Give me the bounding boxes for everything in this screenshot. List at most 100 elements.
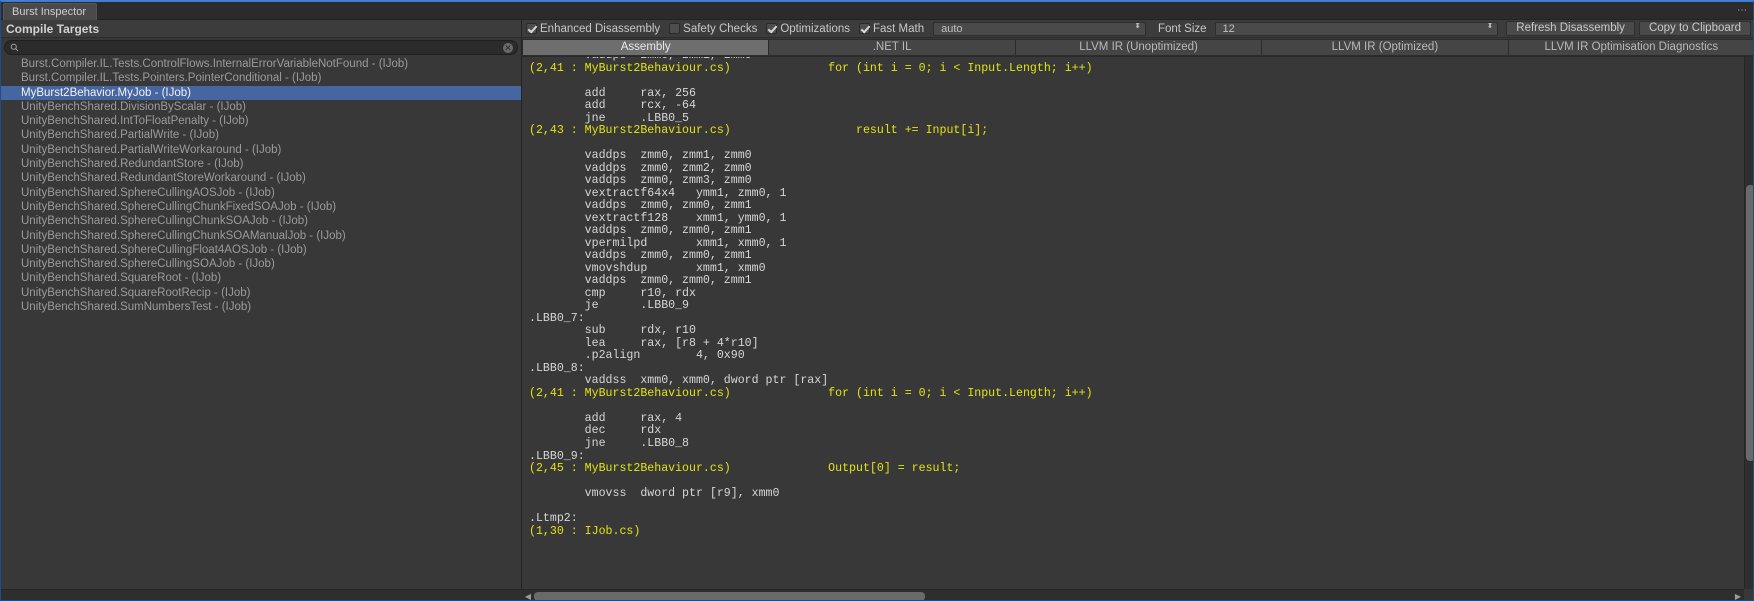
assembly-line: .LBB0_7:: [522, 313, 1747, 326]
tab-llvm-ir-unoptimized[interactable]: LLVM IR (Unoptimized): [1016, 39, 1262, 56]
vertical-scrollbar-thumb[interactable]: [1746, 185, 1754, 462]
compile-target-label: Burst.Compiler.IL.Tests.Pointers.Pointer…: [21, 72, 321, 84]
assembly-line: [522, 400, 1747, 413]
source-mapping-line: (2,41 : MyBurst2Behaviour.cs) for (int i…: [522, 388, 1747, 401]
assembly-line: sub rdx, r10: [522, 325, 1747, 338]
disassembly-code-area[interactable]: vaddps zmm0, zmm1, zmm0 (2,41 : MyBurst2B…: [522, 57, 1754, 589]
tab-assembly[interactable]: Assembly: [522, 39, 769, 56]
compile-target-item[interactable]: UnityBenchShared.PartialWriteWorkaround …: [1, 143, 521, 157]
scroll-left-arrow-icon[interactable]: ◀: [522, 590, 534, 601]
chevron-updown-icon: ⬍: [1487, 23, 1494, 29]
compile-target-label: UnityBenchShared.SphereCullingAOSJob - (…: [21, 187, 275, 199]
checkbox-icon[interactable]: [766, 23, 777, 34]
assembly-line: je .LBB0_9: [522, 300, 1747, 313]
clear-icon[interactable]: ✕: [503, 43, 513, 53]
search-icon: [10, 43, 19, 52]
tab-llvm-ir-optimisation-diagnostics[interactable]: LLVM IR Optimisation Diagnostics: [1509, 39, 1754, 56]
compile-target-label: UnityBenchShared.SphereCullingFloat4AOSJ…: [21, 244, 307, 256]
checkbox-label: Safety Checks: [683, 23, 757, 35]
compile-target-item[interactable]: UnityBenchShared.SphereCullingAOSJob - (…: [1, 186, 521, 200]
compile-target-item[interactable]: UnityBenchShared.RedundantStore - (IJob): [1, 157, 521, 171]
assembly-line: add rax, 256: [522, 88, 1747, 101]
compile-target-item[interactable]: UnityBenchShared.SphereCullingSOAJob - (…: [1, 257, 521, 271]
horizontal-scrollbar-thumb[interactable]: [534, 592, 925, 601]
copy-to-clipboard-button[interactable]: Copy to Clipboard: [1639, 21, 1751, 36]
assembly-line: dec rdx: [522, 425, 1747, 438]
compile-target-item[interactable]: UnityBenchShared.SphereCullingChunkFixed…: [1, 200, 521, 214]
assembly-line: vaddps zmm0, zmm0, zmm1: [522, 275, 1747, 288]
compile-target-item[interactable]: UnityBenchShared.SphereCullingChunkSOAMa…: [1, 229, 521, 243]
tab-label: LLVM IR (Optimized): [1332, 41, 1439, 53]
checkbox-enhanced-disassembly[interactable]: Enhanced Disassembly: [526, 20, 660, 38]
compile-target-label: UnityBenchShared.PartialWrite - (IJob): [21, 129, 219, 141]
tab-label: .NET IL: [873, 41, 912, 53]
font-size-dropdown[interactable]: 12 ⬍: [1215, 22, 1499, 36]
scroll-right-arrow-icon[interactable]: ▶: [1732, 590, 1744, 601]
checkbox-optimizations[interactable]: Optimizations: [766, 20, 850, 38]
disassembly-toolbar: Enhanced Disassembly Safety Checks Optimiz…: [522, 20, 1754, 38]
compile-target-item[interactable]: Burst.Compiler.IL.Tests.Pointers.Pointer…: [1, 71, 521, 85]
compile-targets-panel: Compile Targets ✕ Burst.Compiler.IL.Test…: [1, 20, 522, 601]
tab-label: Assembly: [621, 41, 671, 53]
source-mapping-line: (2,41 : MyBurst2Behaviour.cs) for (int i…: [522, 63, 1747, 76]
compile-target-label: UnityBenchShared.SumNumbersTest - (IJob): [21, 301, 251, 313]
assembly-line: jne .LBB0_8: [522, 438, 1747, 451]
compile-target-item[interactable]: UnityBenchShared.SphereCullingChunkSOAJo…: [1, 214, 521, 228]
compile-target-label: UnityBenchShared.PartialWriteWorkaround …: [21, 144, 281, 156]
source-mapping-line: (1,30 : IJob.cs): [522, 526, 1747, 539]
tab-llvm-ir-optimized[interactable]: LLVM IR (Optimized): [1262, 39, 1508, 56]
assembly-line: .Ltmp2:: [522, 513, 1747, 526]
assembly-line: add rcx, -64: [522, 100, 1747, 113]
horizontal-scrollbar[interactable]: ◀ ▶: [522, 589, 1744, 601]
compile-target-label: MyBurst2Behavior.MyJob - (IJob): [21, 87, 191, 99]
checkbox-icon[interactable]: [669, 23, 680, 34]
checkbox-icon[interactable]: [859, 23, 870, 34]
architecture-dropdown[interactable]: auto ⬍: [933, 22, 1146, 36]
compile-target-label: UnityBenchShared.SphereCullingChunkFixed…: [21, 201, 336, 213]
compile-target-item[interactable]: UnityBenchShared.PartialWrite - (IJob): [1, 128, 521, 142]
compile-target-item[interactable]: UnityBenchShared.SquareRoot - (IJob): [1, 271, 521, 285]
tab-net-il[interactable]: .NET IL: [769, 39, 1015, 56]
compile-target-item[interactable]: MyBurst2Behavior.MyJob - (IJob): [1, 86, 521, 100]
source-mapping-line: (2,43 : MyBurst2Behaviour.cs) result += …: [522, 125, 1747, 138]
compile-target-item[interactable]: UnityBenchShared.SphereCullingFloat4AOSJ…: [1, 243, 521, 257]
checkbox-label: Optimizations: [780, 23, 850, 35]
assembly-line: vaddps zmm0, zmm1, zmm0: [522, 150, 1747, 163]
assembly-line: .p2align 4, 0x90: [522, 350, 1747, 363]
chevron-updown-icon: ⬍: [1134, 23, 1141, 29]
search-row: ✕: [1, 38, 521, 57]
vertical-scrollbar[interactable]: [1744, 57, 1754, 589]
compile-target-item[interactable]: UnityBenchShared.SquareRootRecip - (IJob…: [1, 286, 521, 300]
assembly-line: vaddps zmm0, zmm0, zmm1: [522, 225, 1747, 238]
compile-target-label: UnityBenchShared.SquareRootRecip - (IJob…: [21, 287, 250, 299]
search-input[interactable]: [23, 41, 497, 54]
checkbox-icon[interactable]: [526, 23, 537, 34]
compile-target-item[interactable]: UnityBenchShared.RedundantStoreWorkaroun…: [1, 171, 521, 185]
window-tab-burst-inspector[interactable]: Burst Inspector: [3, 3, 97, 20]
compile-targets-list[interactable]: Burst.Compiler.IL.Tests.ControlFlows.Int…: [1, 57, 521, 601]
tab-label: LLVM IR (Unoptimized): [1079, 41, 1198, 53]
checkbox-fast-math[interactable]: Fast Math: [859, 20, 924, 38]
window-menu-icon[interactable]: ⋯: [1737, 5, 1749, 16]
compile-target-label: UnityBenchShared.IntToFloatPenalty - (IJ…: [21, 115, 249, 127]
compile-target-label: UnityBenchShared.RedundantStore - (IJob): [21, 158, 243, 170]
assembly-line: [522, 501, 1747, 514]
sidebar-bottom-bar: [1, 589, 522, 601]
compile-target-item[interactable]: UnityBenchShared.DivisionByScalar - (IJo…: [1, 100, 521, 114]
compile-target-item[interactable]: Burst.Compiler.IL.Tests.ControlFlows.Int…: [1, 57, 521, 71]
compile-target-item[interactable]: UnityBenchShared.IntToFloatPenalty - (IJ…: [1, 114, 521, 128]
tab-label: LLVM IR Optimisation Diagnostics: [1545, 41, 1719, 53]
code-scroll-content: vaddps zmm0, zmm1, zmm0 (2,41 : MyBurst2B…: [522, 57, 1747, 589]
refresh-disassembly-button[interactable]: Refresh Disassembly: [1506, 21, 1635, 36]
view-tab-bar: Assembly .NET IL LLVM IR (Unoptimized) LLVM…: [522, 38, 1754, 57]
search-box[interactable]: ✕: [4, 40, 518, 55]
font-size-label: Font Size: [1158, 23, 1207, 35]
assembly-line: add rax, 4: [522, 413, 1747, 426]
checkbox-label: Fast Math: [873, 23, 924, 35]
compile-target-label: UnityBenchShared.SquareRoot - (IJob): [21, 272, 221, 284]
toolbar-options-group: Enhanced Disassembly Safety Checks Optimiz…: [526, 20, 933, 38]
checkbox-safety-checks[interactable]: Safety Checks: [669, 20, 757, 38]
compile-target-item[interactable]: UnityBenchShared.SumNumbersTest - (IJob): [1, 300, 521, 314]
assembly-line: vaddps zmm0, zmm3, zmm0: [522, 175, 1747, 188]
burst-inspector-window: Burst Inspector ⋯ Compile Targets ✕ Burs…: [0, 0, 1754, 601]
